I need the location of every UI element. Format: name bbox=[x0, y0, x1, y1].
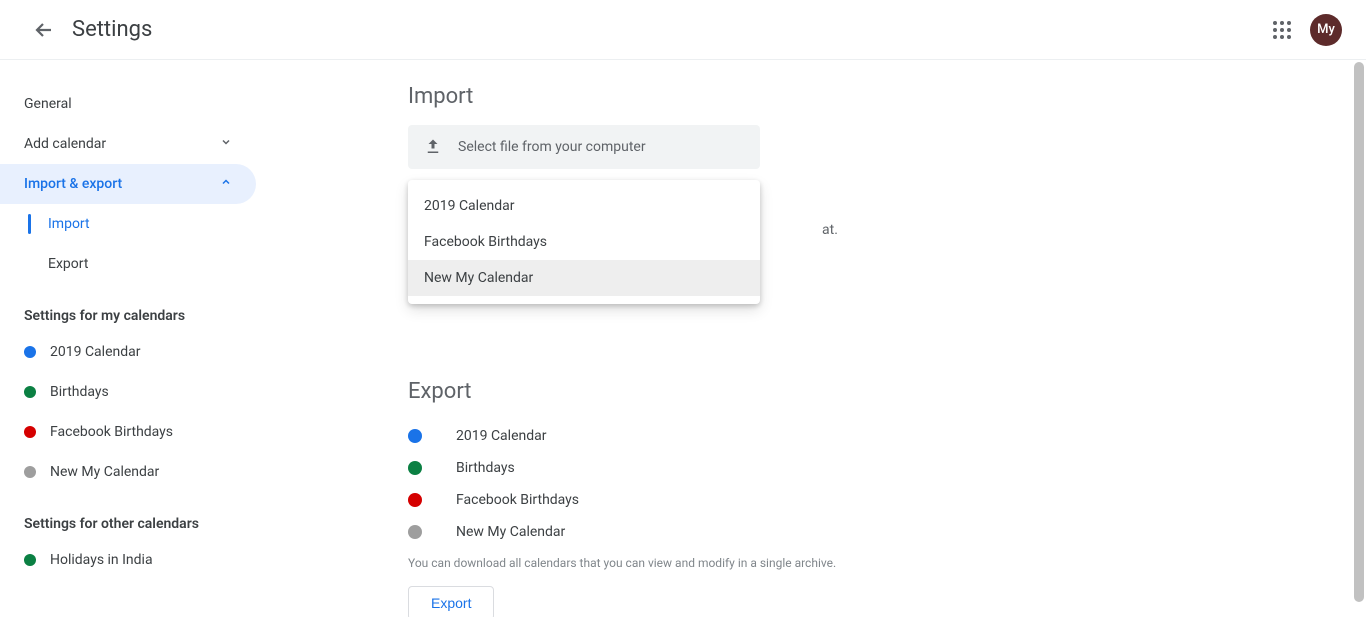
calendar-color-dot bbox=[408, 525, 422, 539]
export-calendar-item: New My Calendar bbox=[408, 516, 1326, 548]
sidebar-calendar-item[interactable]: 2019 Calendar bbox=[0, 332, 256, 372]
calendar-color-dot bbox=[408, 493, 422, 507]
calendar-color-dot bbox=[24, 554, 36, 566]
dropdown-option[interactable]: Facebook Birthdays bbox=[408, 224, 760, 260]
add-to-calendar-dropdown: 2019 Calendar Facebook Birthdays New My … bbox=[408, 180, 760, 304]
sidebar-section-my-calendars: Settings for my calendars bbox=[0, 284, 256, 332]
export-caption: You can download all calendars that you … bbox=[408, 556, 1326, 570]
calendar-color-dot bbox=[408, 461, 422, 475]
sidebar-calendar-item[interactable]: New My Calendar bbox=[0, 452, 256, 492]
sidebar-item-add-calendar[interactable]: Add calendar bbox=[0, 124, 256, 164]
calendar-color-dot bbox=[24, 346, 36, 358]
export-button[interactable]: Export bbox=[408, 586, 494, 617]
sidebar-calendar-item[interactable]: Holidays in India bbox=[0, 540, 256, 580]
sidebar-label-import-export: Import & export bbox=[24, 176, 122, 192]
calendar-label: New My Calendar bbox=[50, 464, 159, 480]
calendar-label: Birthdays bbox=[50, 384, 109, 400]
arrow-left-icon bbox=[32, 18, 56, 42]
dropdown-option[interactable]: 2019 Calendar bbox=[408, 188, 760, 224]
dropdown-option-label: Facebook Birthdays bbox=[424, 234, 547, 250]
scrollbar-thumb[interactable] bbox=[1354, 62, 1364, 602]
sidebar-label-general: General bbox=[24, 96, 72, 112]
calendar-label: Holidays in India bbox=[50, 552, 153, 568]
calendar-color-dot bbox=[408, 429, 422, 443]
dropdown-option-label: New My Calendar bbox=[424, 270, 533, 286]
export-section-title: Export bbox=[408, 379, 1326, 404]
sidebar-item-general[interactable]: General bbox=[0, 84, 256, 124]
import-section-title: Import bbox=[408, 84, 1326, 109]
export-calendar-label: Birthdays bbox=[456, 460, 515, 476]
sidebar-label-export: Export bbox=[48, 256, 88, 272]
dropdown-option[interactable]: New My Calendar bbox=[408, 260, 760, 296]
sidebar-label-add-calendar: Add calendar bbox=[24, 136, 106, 152]
chevron-down-icon bbox=[220, 136, 232, 152]
sidebar-subitem-import[interactable]: Import bbox=[0, 204, 256, 244]
sidebar-section-other-calendars: Settings for other calendars bbox=[0, 492, 256, 540]
export-calendar-item: Facebook Birthdays bbox=[408, 484, 1326, 516]
export-calendar-label: New My Calendar bbox=[456, 524, 565, 540]
select-file-label: Select file from your computer bbox=[458, 139, 646, 155]
page-title: Settings bbox=[72, 17, 152, 42]
calendar-color-dot bbox=[24, 386, 36, 398]
export-calendar-item: 2019 Calendar bbox=[408, 420, 1326, 452]
apps-grid-icon bbox=[1273, 21, 1291, 39]
calendar-color-dot bbox=[24, 466, 36, 478]
upload-icon bbox=[424, 138, 442, 156]
export-calendar-item: Birthdays bbox=[408, 452, 1326, 484]
chevron-up-icon bbox=[220, 176, 232, 192]
sidebar-calendar-item[interactable]: Facebook Birthdays bbox=[0, 412, 256, 452]
sidebar-label-import: Import bbox=[48, 216, 90, 232]
export-calendar-list: 2019 Calendar Birthdays Facebook Birthda… bbox=[408, 420, 1326, 548]
export-calendar-label: Facebook Birthdays bbox=[456, 492, 579, 508]
sidebar-item-import-export[interactable]: Import & export bbox=[0, 164, 256, 204]
account-avatar[interactable]: My bbox=[1310, 14, 1342, 46]
calendar-label: Facebook Birthdays bbox=[50, 424, 173, 440]
calendar-color-dot bbox=[24, 426, 36, 438]
sidebar-calendar-item[interactable]: Birthdays bbox=[0, 372, 256, 412]
calendar-label: 2019 Calendar bbox=[50, 344, 141, 360]
export-calendar-label: 2019 Calendar bbox=[456, 428, 547, 444]
dropdown-option-label: 2019 Calendar bbox=[424, 198, 515, 214]
main-content: Import Select file from your computer Yo… bbox=[256, 60, 1366, 617]
select-file-button[interactable]: Select file from your computer bbox=[408, 125, 760, 169]
app-header: Settings My bbox=[0, 0, 1366, 60]
sidebar-subitem-export[interactable]: Export bbox=[0, 244, 256, 284]
settings-sidebar: General Add calendar Import & export Imp… bbox=[0, 60, 256, 617]
back-button[interactable] bbox=[24, 10, 64, 50]
google-apps-button[interactable] bbox=[1262, 10, 1302, 50]
